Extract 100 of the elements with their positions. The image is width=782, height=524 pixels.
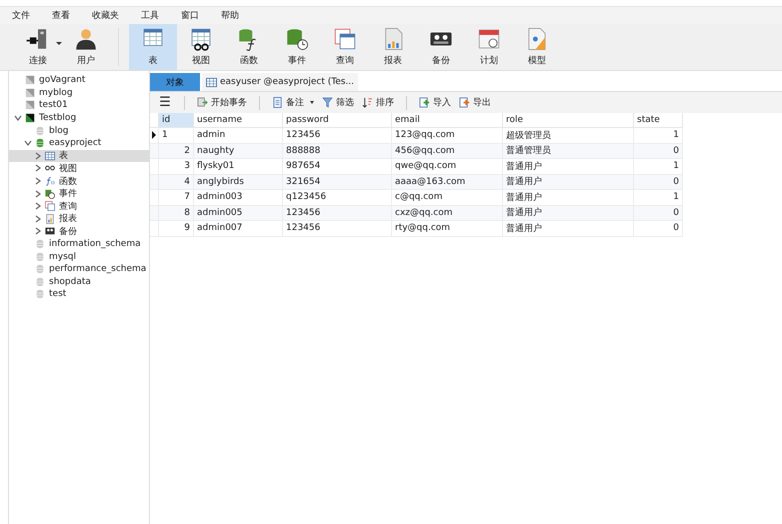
column-header[interactable]: id — [158, 113, 194, 128]
query-icon — [45, 201, 55, 212]
user-button[interactable]: 用户 — [62, 24, 110, 70]
table-cell: 2 — [158, 143, 194, 158]
menu-item[interactable]: 窗口 — [181, 9, 199, 22]
note-icon — [272, 97, 283, 108]
table-cell: c@qq.com — [392, 190, 502, 205]
table-cell: 9 — [158, 220, 194, 236]
menu-item[interactable]: 工具 — [141, 9, 159, 22]
backup-icon — [45, 226, 55, 236]
table-cell: 1 — [634, 158, 682, 174]
table-cell: 1 — [634, 128, 682, 143]
table-cell: naughty — [194, 143, 282, 158]
row-header-cell[interactable] — [150, 158, 158, 174]
table-cell: 123456 — [282, 205, 392, 220]
table-cell: 8 — [158, 205, 194, 220]
table-cell: 超级管理员 — [502, 128, 634, 143]
column-header[interactable]: role — [502, 113, 634, 128]
connection-icon — [25, 88, 35, 98]
export-button[interactable]: 导出 — [457, 96, 493, 109]
table-cell: 123456 — [282, 128, 392, 143]
query-button[interactable]: 查询 — [321, 24, 369, 70]
table-cell: admin005 — [194, 205, 282, 220]
backup-button[interactable]: 备份 — [417, 24, 465, 70]
menu-item[interactable]: 查看 — [52, 9, 70, 22]
table-cell: q123456 — [282, 190, 392, 205]
tree-item[interactable]: 备份 — [9, 225, 149, 238]
query-icon — [332, 27, 358, 51]
table-button[interactable]: 表 — [129, 24, 177, 70]
schedule-icon — [476, 27, 502, 51]
connection-icon — [25, 100, 35, 110]
tree-item[interactable]: goVagrant — [9, 74, 149, 87]
chevron-down-icon[interactable] — [24, 139, 32, 148]
model-button[interactable]: 模型 — [513, 24, 561, 70]
menu-item[interactable]: 文件 — [12, 9, 30, 22]
tree-item[interactable]: myblog — [9, 86, 149, 100]
table-cell: 普通用户 — [502, 174, 634, 190]
tree-item[interactable]: 报表 — [9, 212, 149, 226]
note-button[interactable]: 备注 — [270, 96, 316, 109]
row-header-cell[interactable] — [150, 190, 158, 205]
table-icon — [45, 150, 55, 161]
table-cell: rty@qq.com — [392, 220, 502, 236]
row-header-cell[interactable] — [150, 205, 158, 220]
sort-button[interactable]: 排序 — [360, 96, 396, 109]
caret-icon[interactable] — [310, 101, 314, 104]
function-button[interactable]: 函数 — [225, 24, 273, 70]
database-icon — [35, 276, 45, 287]
table-cell: 987654 — [282, 158, 392, 174]
tree-item[interactable]: shopdata — [9, 276, 149, 288]
table-cell: 321654 — [282, 174, 392, 190]
menu-button[interactable]: ☰ — [156, 95, 174, 110]
table-cell: 456@qq.com — [392, 143, 502, 158]
transaction-icon — [197, 97, 208, 108]
chevron-down-icon[interactable] — [14, 114, 22, 122]
tree-item[interactable]: test — [9, 288, 149, 301]
schedule-button[interactable]: 计划 — [465, 24, 513, 70]
event-button[interactable]: 事件 — [273, 24, 321, 70]
tree-item[interactable]: mysql — [9, 250, 149, 263]
table-cell: admin003 — [194, 190, 282, 205]
tree-item[interactable]: easyproject — [9, 136, 149, 150]
column-header[interactable]: username — [194, 113, 282, 128]
column-header[interactable]: password — [282, 113, 392, 128]
row-header-cell[interactable] — [150, 174, 158, 190]
column-header[interactable]: state — [634, 113, 682, 128]
menu-item[interactable]: 帮助 — [221, 9, 239, 22]
row-header-cell[interactable] — [150, 128, 158, 143]
table-cell: cxz@qq.com — [392, 205, 502, 220]
menu-item[interactable]: 收藏夹 — [92, 9, 119, 22]
import-button[interactable]: 导入 — [417, 96, 453, 109]
tree-item[interactable]: Testblog — [9, 112, 149, 124]
table-cell: 123@qq.com — [392, 128, 502, 143]
tree-item[interactable]: 查询 — [9, 200, 149, 213]
connection-icon — [25, 75, 35, 86]
column-header[interactable]: email — [392, 113, 502, 128]
tree-item[interactable]: information_schema — [9, 238, 149, 250]
filter-button[interactable]: 筛选 — [320, 96, 356, 109]
table-cell: 0 — [634, 174, 682, 190]
table-cell: 3 — [158, 158, 194, 174]
table-cell: 普通用户 — [502, 190, 634, 205]
transaction-button[interactable]: 开始事务 — [195, 96, 249, 109]
tree-item[interactable]: blog — [9, 124, 149, 137]
tree-item[interactable]: 函数 — [9, 174, 149, 188]
tab[interactable]: 对象 — [150, 73, 200, 91]
tree-item[interactable]: performance_schema — [9, 262, 149, 276]
connection-icon — [25, 113, 35, 124]
table-cell: admin007 — [194, 220, 282, 236]
database-icon — [35, 289, 45, 300]
report-button[interactable]: 报表 — [369, 24, 417, 70]
row-header-cell[interactable] — [150, 143, 158, 158]
view-button[interactable]: 视图 — [177, 24, 225, 70]
caret-icon[interactable] — [56, 42, 62, 45]
tab[interactable]: easyuser @easyproject (Tes... — [202, 73, 358, 91]
row-header-cell[interactable] — [150, 220, 158, 236]
tree-item[interactable]: 表 — [9, 150, 149, 162]
tree-item[interactable]: 视图 — [9, 162, 149, 175]
connect-button[interactable]: 连接 — [14, 24, 62, 70]
table-cell: admin — [194, 128, 282, 143]
tree-item[interactable]: test01 — [9, 99, 149, 112]
tree-item[interactable]: 事件 — [9, 187, 149, 200]
table-cell: 1 — [158, 128, 194, 143]
